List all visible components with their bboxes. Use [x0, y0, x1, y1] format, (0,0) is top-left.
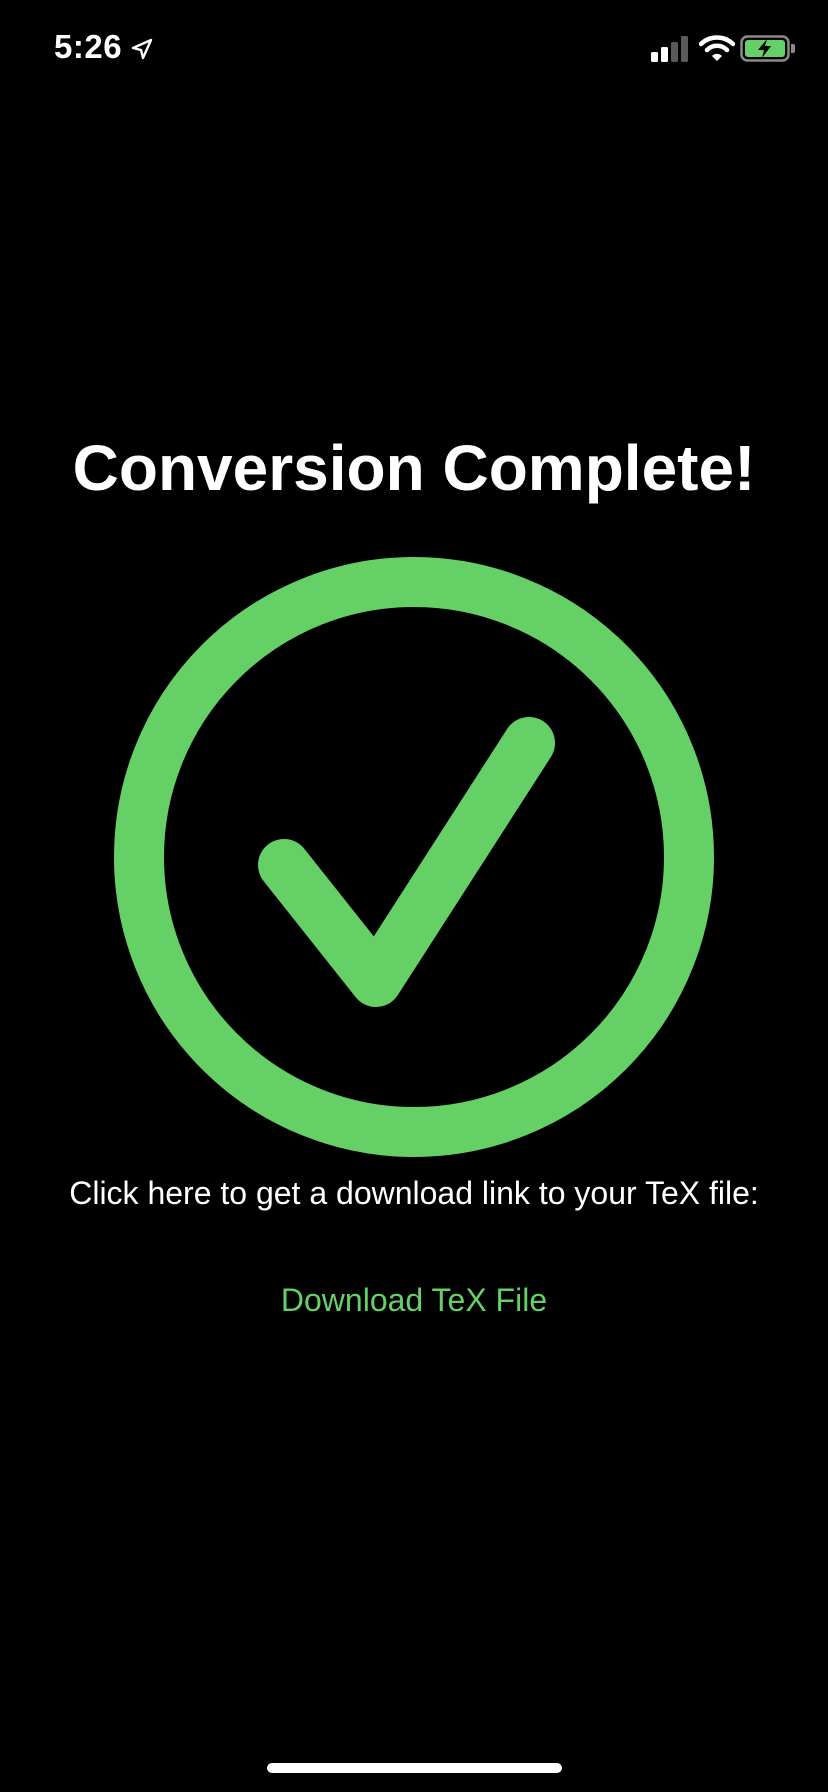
checkmark-circle-icon: [114, 557, 714, 1157]
location-arrow-icon: [131, 38, 153, 60]
status-bar: 5:26: [0, 0, 828, 100]
status-time: 5:26: [54, 28, 123, 65]
cellular-signal-icon: [651, 36, 688, 62]
battery-charging-icon: [740, 35, 795, 62]
download-prompt: Click here to get a download link to you…: [69, 1175, 759, 1211]
wifi-icon: [699, 35, 735, 61]
download-tex-file-button[interactable]: Download TeX File: [214, 1272, 614, 1328]
page-title: Conversion Complete!: [72, 432, 756, 504]
home-indicator[interactable]: [267, 1763, 562, 1773]
